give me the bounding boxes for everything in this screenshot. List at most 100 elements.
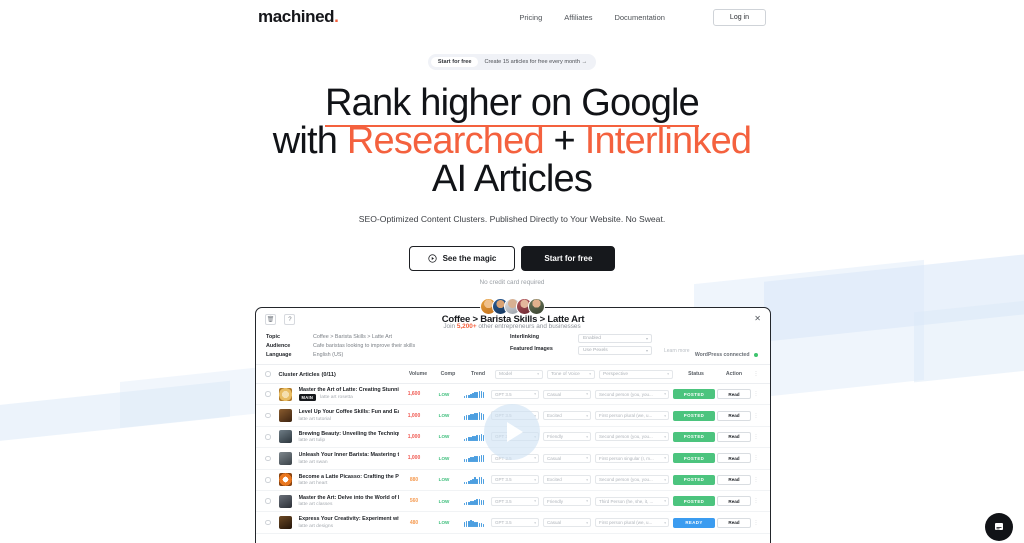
row-read-button[interactable]: Read [717, 474, 751, 485]
row-perspective-select[interactable]: Third Person (he, she, it, ... [595, 496, 669, 506]
row-competition: LOW [438, 413, 450, 419]
row-perspective-select[interactable]: First person plural (we, u... [595, 518, 669, 528]
row-perspective-select[interactable]: Second person (you, you... [595, 389, 669, 399]
join-prefix: Join [443, 323, 457, 330]
row-trend-sparkline [459, 519, 489, 527]
row-title: Level Up Your Coffee Skills: Fun and Eas… [298, 409, 400, 416]
row-tone-select[interactable]: Excited [543, 411, 591, 421]
row-model-select[interactable]: GPT 3.5 [491, 496, 539, 506]
nav-item-affiliates[interactable]: Affiliates [564, 13, 592, 22]
row-status-badge: POSTED [673, 453, 715, 464]
site-header: machined. Pricing Affiliates Documentati… [0, 4, 1024, 30]
login-button[interactable]: Log in [712, 8, 766, 26]
row-volume: 1,000 [407, 412, 421, 419]
row-main: Master the Art: Delve into the World of … [299, 495, 400, 508]
logo[interactable]: machined. [258, 7, 339, 27]
row-title: Master the Art of Latte: Creating Stunni… [298, 386, 400, 393]
column-trend: Trend [470, 371, 486, 377]
column-tone-select[interactable]: Tone of Voice [547, 369, 595, 379]
column-volume: Volume [408, 371, 428, 377]
row-thumbnail [278, 409, 292, 423]
headline-line-3: AI Articles [431, 158, 593, 200]
nav-item-pricing[interactable]: Pricing [519, 13, 542, 22]
row-title: Master the Art: Delve into the World of … [298, 494, 400, 501]
start-for-free-button[interactable]: Start for free [521, 246, 616, 271]
row-checkbox[interactable] [265, 477, 271, 483]
row-perspective-select[interactable]: First person plural (we, u... [595, 411, 669, 421]
row-tone-select[interactable]: Friendly [543, 496, 591, 506]
row-subtitle: MAIN latte art rosetta [298, 394, 400, 402]
row-checkbox[interactable] [265, 455, 271, 462]
table-header-columns: Volume Comp Trend Model Tone of Voice Pe… [403, 369, 761, 379]
row-perspective-select[interactable]: First person singular (I, m... [595, 453, 669, 463]
row-read-button[interactable]: Read [717, 389, 751, 400]
column-model-select[interactable]: Model [495, 369, 543, 379]
row-tone-select[interactable]: Excited [543, 475, 591, 485]
row-model-select[interactable]: GPT 3.5 [491, 518, 539, 528]
row-status-badge: POSTED [673, 474, 715, 485]
row-volume: 880 [409, 476, 419, 483]
row-model-select[interactable]: GPT 3.5 [491, 475, 539, 485]
row-read-button[interactable]: Read [717, 431, 751, 442]
row-competition: LOW [438, 520, 450, 526]
row-more-icon[interactable]: ⋮ [751, 520, 761, 526]
announcement-banner[interactable]: Start for free Create 15 articles for fr… [427, 54, 597, 70]
row-checkbox[interactable] [265, 519, 271, 526]
row-competition: LOW [438, 498, 450, 504]
meta-label-featured-images: Featured Images [510, 346, 553, 352]
row-read-button[interactable]: Read [717, 410, 751, 421]
row-more-icon[interactable]: ⋮ [751, 477, 761, 483]
row-status-badge: POSTED [673, 410, 715, 421]
row-competition: LOW [438, 434, 450, 440]
column-more-icon[interactable]: ⋮ [751, 371, 761, 377]
play-circle-icon [427, 254, 437, 263]
column-perspective-select[interactable]: Perspective [599, 369, 673, 379]
table-title-count: (0/11) [321, 371, 336, 378]
row-competition: LOW [438, 455, 450, 461]
select-all-checkbox[interactable] [265, 371, 271, 377]
row-checkbox[interactable] [265, 412, 271, 419]
row-checkbox[interactable] [265, 434, 271, 440]
row-tone-select[interactable]: Friendly [543, 432, 591, 442]
table-title: Cluster Articles (0/11) [279, 371, 336, 378]
chat-widget-button[interactable] [985, 513, 1013, 541]
featured-images-select[interactable]: Use Pexels [578, 346, 652, 355]
row-more-icon[interactable]: ⋮ [751, 498, 761, 504]
row-thumbnail [278, 430, 292, 444]
page-title: Rank higher on Google with Researched + … [0, 82, 1024, 200]
nav-item-documentation[interactable]: Documentation [614, 13, 664, 22]
row-more-icon[interactable]: ⋮ [751, 434, 761, 440]
row-model-select[interactable]: GPT 3.5 [491, 389, 539, 399]
join-suffix: other entrepreneurs and businesses [476, 323, 581, 330]
row-perspective-select[interactable]: Second person (you, you... [595, 432, 669, 442]
table-row[interactable]: Master the Art: Delve into the World of … [256, 491, 770, 513]
table-row[interactable]: Express Your Creativity: Experiment with… [256, 512, 770, 534]
see-the-magic-button[interactable]: See the magic [408, 246, 516, 271]
row-read-button[interactable]: Read [717, 453, 751, 464]
row-checkbox[interactable] [265, 391, 271, 397]
row-tone-select[interactable]: Casual [543, 518, 591, 528]
row-more-icon[interactable]: ⋮ [751, 391, 761, 397]
row-tone-select[interactable]: Casual [543, 389, 591, 399]
table-row[interactable]: Become a Latte Picasso: Crafting the Per… [256, 470, 770, 491]
row-tone-select[interactable]: Casual [543, 453, 591, 463]
row-subtitle: latte art heart [299, 481, 400, 486]
row-title: Unleash Your Inner Barista: Mastering th… [298, 452, 400, 459]
row-title: Become a Latte Picasso: Crafting the Per… [298, 473, 400, 480]
headline-word-interlinked: Interlinked [584, 120, 752, 162]
row-thumbnail [278, 516, 292, 530]
learn-more-link[interactable]: Learn more [664, 348, 690, 354]
row-more-icon[interactable]: ⋮ [751, 413, 761, 419]
row-read-button[interactable]: Read [717, 496, 751, 507]
table-row[interactable]: Master the Art of Latte: Creating Stunni… [256, 384, 770, 406]
row-more-icon[interactable]: ⋮ [751, 455, 761, 461]
row-perspective-select[interactable]: Second person (you, you... [595, 475, 669, 485]
interlinking-select[interactable]: Enabled [578, 334, 652, 343]
row-slug: latte art designs [298, 523, 334, 529]
row-checkbox[interactable] [265, 498, 271, 504]
row-read-button[interactable]: Read [717, 517, 751, 528]
row-slug: latte art rosetta [320, 395, 353, 401]
video-play-button[interactable] [484, 404, 540, 460]
chat-message-icon [995, 523, 1003, 530]
row-main: Master the Art of Latte: Creating Stunni… [298, 386, 400, 402]
